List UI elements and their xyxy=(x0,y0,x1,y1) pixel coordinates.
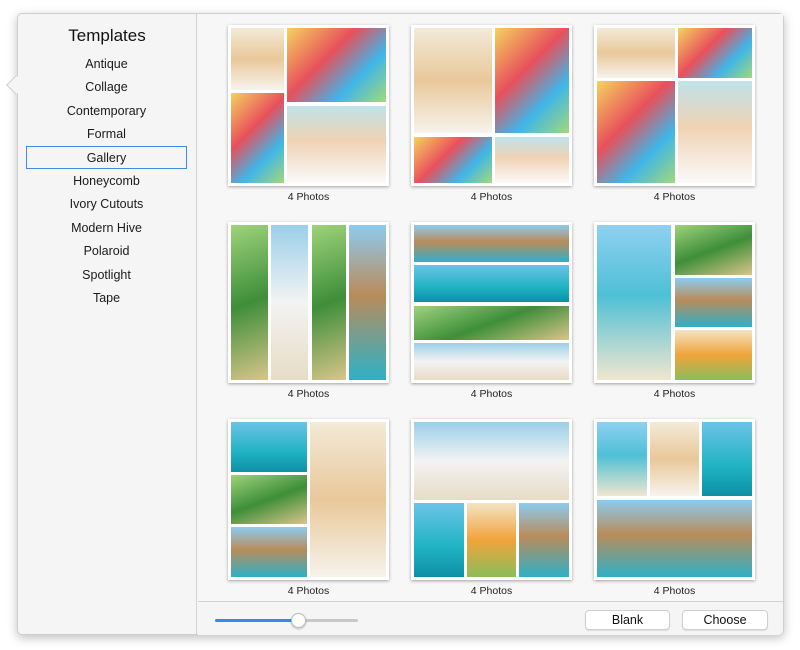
template-grid[interactable]: 4 Photos 4 Photos 4 Photos 4 Photos 4 Photos… xyxy=(198,14,783,601)
template-photo-count: 4 Photos xyxy=(470,585,513,597)
sidebar-item-antique[interactable]: Antique xyxy=(26,52,187,75)
sidebar-item-spotlight[interactable]: Spotlight xyxy=(26,263,187,286)
template-thumbnail[interactable] xyxy=(594,25,755,186)
photo-placeholder xyxy=(494,28,569,134)
photo-placeholder xyxy=(702,422,752,497)
template-thumbnail[interactable] xyxy=(411,222,572,383)
template-thumbnail[interactable] xyxy=(411,419,572,580)
template-photo-count: 4 Photos xyxy=(287,388,330,400)
photo-placeholder xyxy=(271,225,309,380)
template-thumbnail[interactable] xyxy=(228,25,389,186)
template-photo-count: 4 Photos xyxy=(287,585,330,597)
template-photo-count: 4 Photos xyxy=(470,388,513,400)
sidebar-item-contemporary[interactable]: Contemporary xyxy=(26,99,187,122)
photo-placeholder xyxy=(286,28,386,103)
blank-button[interactable]: Blank xyxy=(585,610,670,630)
template-photo-count: 4 Photos xyxy=(653,388,696,400)
photo-placeholder xyxy=(414,502,464,577)
photo-placeholder xyxy=(414,225,569,263)
template-thumbnail[interactable] xyxy=(594,419,755,580)
photo-placeholder xyxy=(231,225,269,380)
sidebar-item-tape[interactable]: Tape xyxy=(26,286,187,309)
photo-placeholder xyxy=(286,105,386,183)
template-chooser-window: Templates Antique Collage Contemporary Form… xyxy=(6,13,784,635)
template-thumbnail[interactable] xyxy=(594,222,755,383)
sidebar-item-modern-hive[interactable]: Modern Hive xyxy=(26,216,187,239)
bottom-bar: Blank Choose xyxy=(198,601,783,635)
photo-placeholder xyxy=(466,502,517,577)
sidebar-title: Templates xyxy=(68,26,146,45)
thumbnail-size-slider[interactable] xyxy=(215,613,358,628)
sidebar-item-polaroid[interactable]: Polaroid xyxy=(26,239,187,262)
slider-knob[interactable] xyxy=(290,613,306,628)
sidebar-item-ivory-cutouts[interactable]: Ivory Cutouts xyxy=(26,192,187,215)
sidebar-item-honeycomb[interactable]: Honeycomb xyxy=(26,169,187,192)
photo-placeholder xyxy=(494,136,569,183)
photo-placeholder xyxy=(231,93,284,183)
photo-placeholder xyxy=(649,422,700,497)
photo-placeholder xyxy=(519,502,569,577)
photo-placeholder xyxy=(597,28,675,78)
photo-placeholder xyxy=(414,305,569,340)
photo-placeholder xyxy=(414,265,569,303)
choose-button[interactable]: Choose xyxy=(682,610,768,630)
photo-placeholder xyxy=(348,225,386,380)
photo-placeholder xyxy=(231,422,307,472)
template-thumbnail[interactable] xyxy=(228,222,389,383)
template-thumbnail[interactable] xyxy=(228,419,389,580)
photo-placeholder xyxy=(231,527,307,577)
photo-placeholder xyxy=(597,80,675,183)
photo-placeholder xyxy=(414,342,569,380)
template-photo-count: 4 Photos xyxy=(653,585,696,597)
photo-placeholder xyxy=(310,422,386,577)
template-photo-count: 4 Photos xyxy=(287,191,330,203)
template-thumbnail[interactable] xyxy=(411,25,572,186)
photo-placeholder xyxy=(674,225,752,275)
sidebar-item-collage[interactable]: Collage xyxy=(26,75,187,98)
sidebar-item-formal[interactable]: Formal xyxy=(26,122,187,145)
photo-placeholder xyxy=(414,28,492,134)
template-photo-count: 4 Photos xyxy=(470,191,513,203)
photo-placeholder xyxy=(677,28,752,78)
sidebar-item-gallery[interactable]: Gallery xyxy=(26,145,187,169)
photo-placeholder xyxy=(231,474,307,525)
photo-placeholder xyxy=(677,80,752,183)
photo-placeholder xyxy=(597,499,752,577)
photo-placeholder xyxy=(674,277,752,328)
photo-placeholder xyxy=(231,28,284,90)
photo-placeholder xyxy=(414,136,492,183)
photo-placeholder xyxy=(597,225,672,380)
photo-placeholder xyxy=(597,422,647,497)
photo-placeholder xyxy=(414,422,569,500)
photo-placeholder xyxy=(674,330,752,380)
slider-fill xyxy=(215,619,298,622)
template-sidebar: Templates Antique Collage Contemporary Form… xyxy=(18,14,197,634)
photo-placeholder xyxy=(311,225,346,380)
template-photo-count: 4 Photos xyxy=(653,191,696,203)
